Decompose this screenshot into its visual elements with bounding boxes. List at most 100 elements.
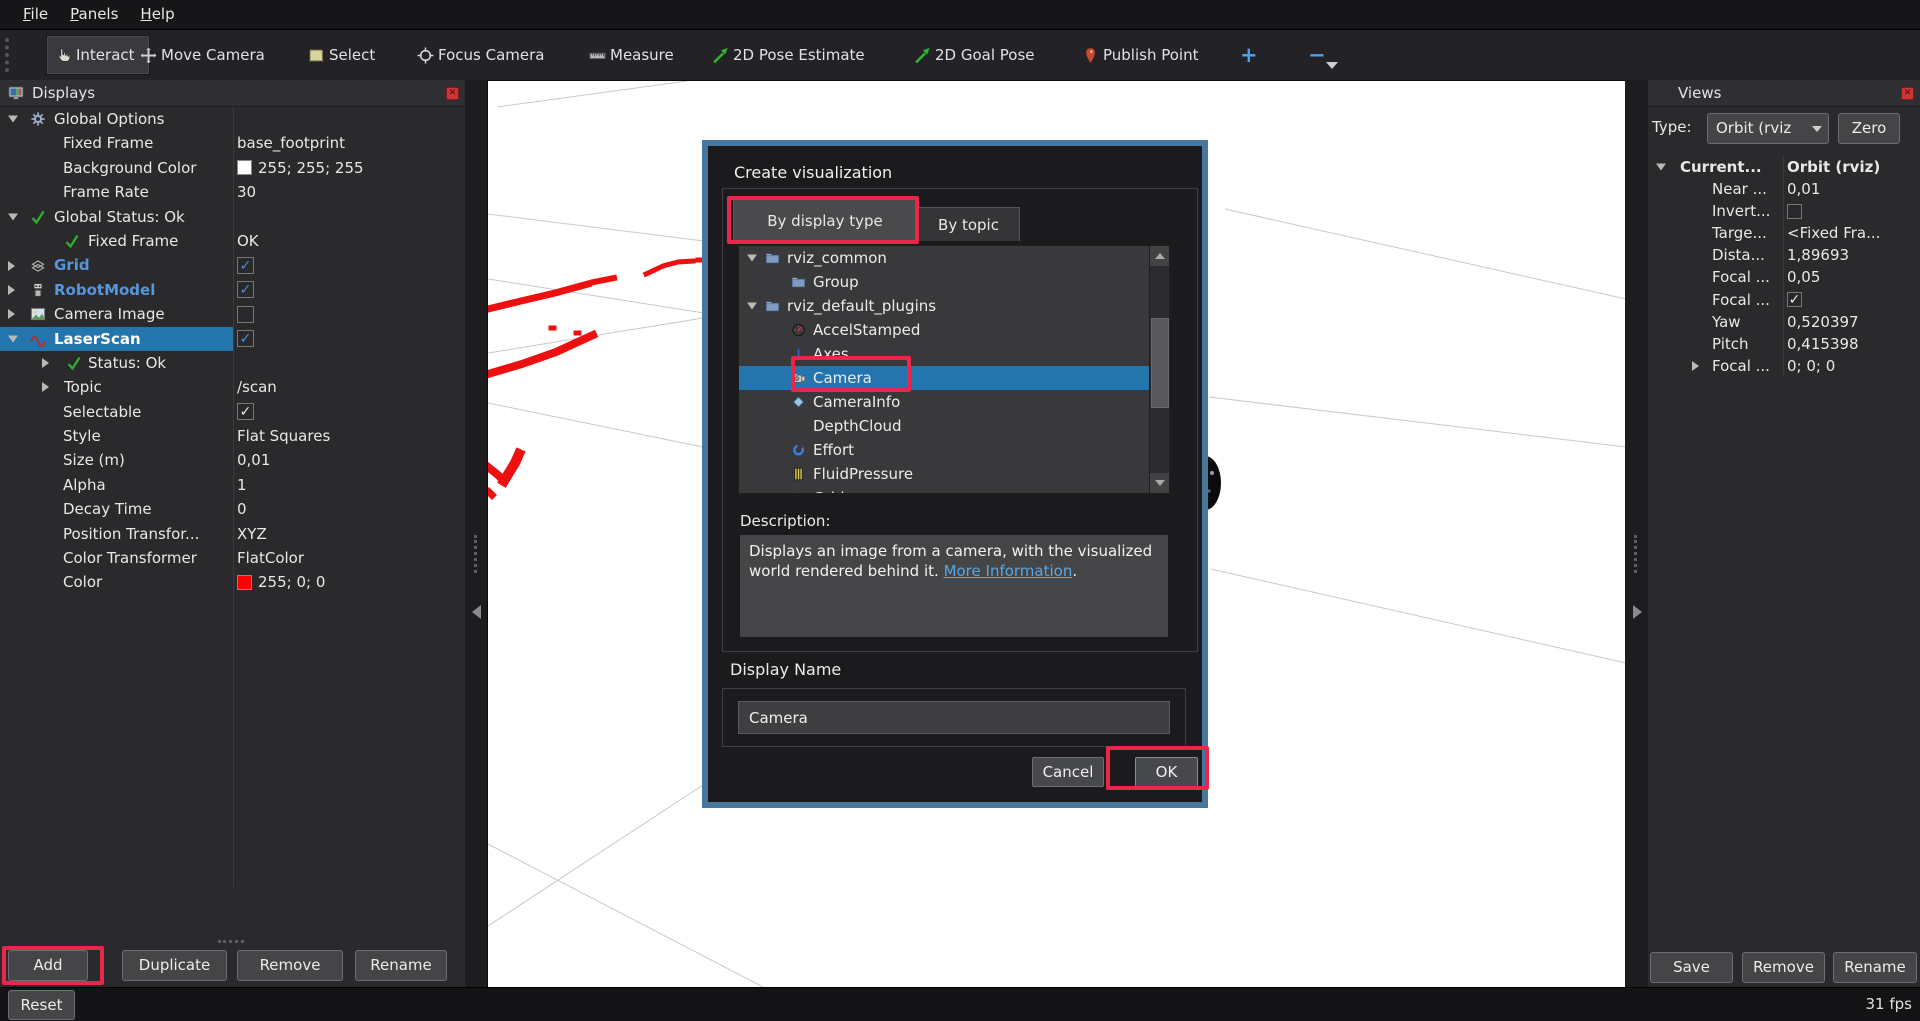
dialog-tree-item-depthcloud[interactable]: DepthCloud (739, 414, 1151, 438)
row-value-cell: 0,05 (1787, 266, 1920, 288)
tool-label: Measure (610, 46, 674, 64)
scrollbar-thumb[interactable] (1151, 318, 1169, 408)
chevron-collapsed-icon[interactable] (42, 358, 49, 368)
scroll-down-icon[interactable] (1150, 473, 1170, 493)
tool-2d-goal-pose[interactable]: 2D Goal Pose (914, 30, 1035, 80)
dialog-list-scrollbar[interactable] (1149, 246, 1169, 493)
grid-line (488, 214, 704, 241)
save-view-button[interactable]: Save (1650, 952, 1733, 983)
color-swatch[interactable] (237, 575, 252, 590)
dialog-tree-item-rviz-common[interactable]: rviz_common (739, 246, 1151, 270)
add-button[interactable]: Add (8, 950, 88, 981)
menu-panels[interactable]: Panels (59, 0, 129, 30)
tool-interact[interactable]: Interact (46, 35, 150, 75)
tool-measure[interactable]: Measure (589, 30, 674, 80)
row-label: Focal ... (1712, 355, 1770, 377)
display-name-input[interactable] (738, 701, 1170, 734)
reset-button[interactable]: Reset (8, 990, 75, 1020)
tool-move-camera[interactable]: Move Camera (140, 30, 265, 80)
chevron-down-icon[interactable] (1326, 62, 1338, 69)
displays-bottom-grip[interactable] (218, 940, 244, 943)
dialog-tree-item-effort[interactable]: Effort (739, 438, 1151, 462)
chevron-expanded-icon[interactable] (8, 335, 18, 342)
rename-button[interactable]: Rename (355, 950, 447, 981)
chevron-collapsed-icon[interactable] (8, 309, 15, 319)
views-tree-row[interactable]: Pitch0,415398 (1648, 333, 1920, 355)
row-name-cell: RobotModel (0, 278, 233, 302)
chevron-collapsed-icon[interactable] (8, 261, 15, 271)
tool-add-tool[interactable]: + (1240, 30, 1258, 80)
menu-file[interactable]: File (12, 0, 59, 30)
collapse-right-icon[interactable] (1633, 605, 1642, 619)
checkbox-unchecked[interactable] (1787, 204, 1802, 219)
color-swatch[interactable] (237, 160, 252, 175)
dialog-tree-item-accelstamped[interactable]: AccelStamped (739, 318, 1151, 342)
views-tree-row[interactable]: Dista...1,89693 (1648, 244, 1920, 266)
checkbox-checked[interactable]: ✓ (237, 403, 254, 420)
views-tree-row[interactable]: Yaw0,520397 (1648, 311, 1920, 333)
row-value-text: 255; 255; 255 (258, 156, 364, 180)
duplicate-button[interactable]: Duplicate (122, 950, 227, 981)
tool-select[interactable]: Select (308, 30, 375, 80)
remove-view-button[interactable]: Remove (1742, 952, 1825, 983)
dialog-tree-item-camerainfo[interactable]: CameraInfo (739, 390, 1151, 414)
row-label: Position Transfor... (63, 522, 199, 546)
scroll-up-icon[interactable] (1150, 246, 1170, 266)
dialog-tree-item-axes[interactable]: Axes (739, 342, 1151, 366)
tab-by-display-type[interactable]: By display type (733, 199, 917, 241)
views-type-dropdown[interactable]: Orbit (rviz (1707, 113, 1829, 144)
chevron-expanded-icon[interactable] (1656, 164, 1666, 171)
collapse-left-icon[interactable] (472, 605, 481, 619)
tool-remove-tool[interactable]: − (1308, 30, 1326, 80)
chevron-expanded-icon[interactable] (747, 255, 757, 262)
row-value-text: 0; 0; 0 (1787, 355, 1835, 377)
tab-by-topic[interactable]: By topic (917, 207, 1020, 241)
left-splitter[interactable] (465, 80, 487, 987)
dialog-tree-item-fluidpressure[interactable]: FluidPressure (739, 462, 1151, 486)
dialog-tree-item-camera[interactable]: Camera (739, 366, 1151, 390)
checkbox-checked[interactable]: ✓ (237, 257, 254, 274)
dialog-tree-item-rviz-default-plugins[interactable]: rviz_default_plugins (739, 294, 1151, 318)
tool-2d-pose-estimate[interactable]: 2D Pose Estimate (712, 30, 865, 80)
chevron-expanded-icon[interactable] (8, 116, 18, 123)
checkbox-unchecked[interactable] (237, 306, 254, 323)
toolbar-grip[interactable] (5, 38, 9, 72)
more-information-link[interactable]: More Information (944, 562, 1073, 580)
menu-help[interactable]: Help (129, 0, 185, 30)
zero-button[interactable]: Zero (1838, 113, 1900, 144)
views-close-icon[interactable]: ✕ (1901, 87, 1914, 100)
chevron-collapsed-icon[interactable] (1692, 361, 1699, 371)
chevron-expanded-icon[interactable] (747, 303, 757, 310)
views-column-separator[interactable] (1783, 156, 1784, 377)
checkbox-checked[interactable]: ✓ (237, 281, 254, 298)
tool-publish-point[interactable]: Publish Point (1082, 30, 1198, 80)
right-splitter[interactable] (1625, 80, 1648, 987)
views-tree-row[interactable]: Focal ... 0; 0; 0 (1648, 355, 1920, 377)
tool-focus-camera[interactable]: Focus Camera (417, 30, 544, 80)
row-value-text: 255; 0; 0 (258, 570, 325, 594)
checkbox-checked[interactable]: ✓ (237, 330, 254, 347)
displays-close-icon[interactable]: ✕ (446, 87, 459, 100)
chevron-collapsed-icon[interactable] (8, 285, 15, 295)
rename-view-button[interactable]: Rename (1833, 952, 1917, 983)
row-name-cell: Size (m) (0, 448, 233, 472)
cancel-button[interactable]: Cancel (1032, 757, 1104, 787)
row-value-text: 0 (237, 497, 247, 521)
views-type-label: Type: (1652, 118, 1692, 136)
row-label: Global Options (54, 107, 165, 131)
checkbox-checked[interactable]: ✓ (1787, 292, 1802, 307)
views-tree-row[interactable]: Targe...<Fixed Fra... (1648, 222, 1920, 244)
views-tree-row[interactable]: Focal ...0,05 (1648, 266, 1920, 288)
remove-button[interactable]: Remove (237, 950, 343, 981)
views-tree-row[interactable]: Focal ...✓ (1648, 289, 1920, 311)
views-tree-row[interactable]: Near ...0,01 (1648, 178, 1920, 200)
chevron-collapsed-icon[interactable] (42, 382, 49, 392)
views-tree-row[interactable]: Invert... (1648, 200, 1920, 222)
dialog-tree-item-grid[interactable]: Grid (739, 486, 1151, 494)
row-value-text: 0,05 (1787, 266, 1820, 288)
dialog-tree-item-group[interactable]: Group (739, 270, 1151, 294)
views-tree-row[interactable]: Current...Orbit (rviz) (1648, 156, 1920, 178)
ok-button[interactable]: OK (1135, 757, 1198, 787)
displays-column-separator[interactable] (233, 107, 234, 887)
chevron-expanded-icon[interactable] (8, 213, 18, 220)
